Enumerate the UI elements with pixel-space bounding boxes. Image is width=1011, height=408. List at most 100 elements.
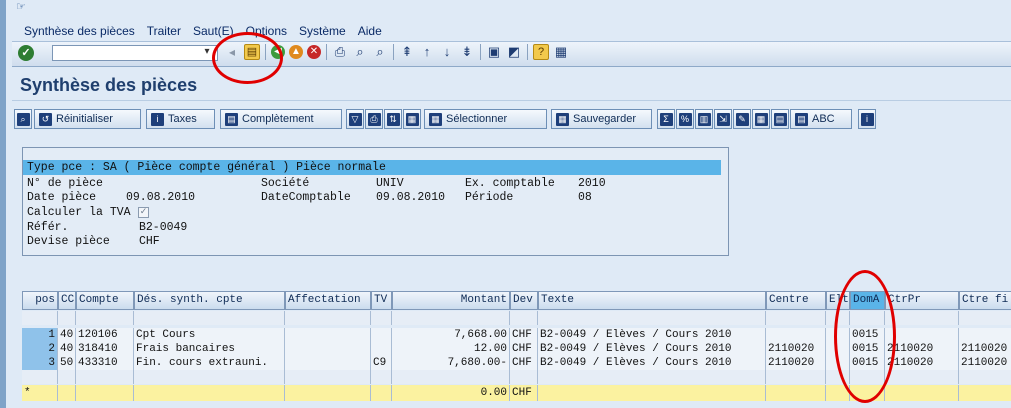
cell-cost-center: 2110020 xyxy=(766,342,826,356)
col-header-account[interactable]: Compte xyxy=(76,291,134,310)
print-icon[interactable]: ⎙ xyxy=(332,44,348,60)
layout-menu-icon[interactable]: ▦ xyxy=(553,44,569,60)
word-button[interactable]: ✎ xyxy=(733,109,751,129)
select-layout-icon: ▦ xyxy=(429,112,442,126)
table-cell xyxy=(58,385,76,401)
col-header-cost-center[interactable]: Centre xyxy=(766,291,826,310)
table-cell xyxy=(22,311,58,325)
last-page-icon[interactable]: ⇟ xyxy=(459,44,475,60)
select-layout-button[interactable]: ▦ Sélectionner xyxy=(424,109,547,129)
help-icon[interactable]: ? xyxy=(533,44,549,60)
abc-button[interactable]: ▤ ABC xyxy=(790,109,852,129)
save-layout-button[interactable]: ▦ Sauvegarder xyxy=(551,109,652,129)
toolbar-separator xyxy=(527,44,528,60)
print-icon: ⎙ xyxy=(367,112,381,126)
abc-analysis-button[interactable]: ▥ xyxy=(695,109,713,129)
next-page-icon[interactable]: ↓ xyxy=(439,44,455,60)
cell-pos[interactable]: 2 xyxy=(22,342,58,356)
currency-label: Devise pièce xyxy=(27,235,110,248)
table-cell xyxy=(371,385,392,401)
menu-aide[interactable]: Aide xyxy=(358,24,382,38)
first-page-icon[interactable]: ⇞ xyxy=(399,44,415,60)
table-cell xyxy=(766,311,826,325)
posting-date-value: 09.08.2010 xyxy=(376,191,446,204)
col-header-assignment[interactable]: Affectation xyxy=(285,291,371,310)
col-header-amount[interactable]: Montant xyxy=(392,291,510,310)
completion-button[interactable]: ▤ Complètement xyxy=(220,109,342,129)
layout-button[interactable]: ▦ xyxy=(403,109,421,129)
cell-text: B2-0049 / Elèves / Cours 2010 xyxy=(538,328,766,342)
info-icon: i xyxy=(860,112,874,126)
grid-button[interactable]: ▤ xyxy=(771,109,789,129)
find-next-icon[interactable]: ⌕ xyxy=(372,44,388,60)
cell-cc: 40 xyxy=(58,342,76,356)
taxes-button[interactable]: i Taxes xyxy=(146,109,215,129)
cell-cc: 40 xyxy=(58,328,76,342)
cell-amount: 7,680.00- xyxy=(392,356,510,370)
info-button[interactable]: i xyxy=(858,109,876,129)
table-cell xyxy=(285,385,371,401)
sum-button[interactable]: Σ xyxy=(657,109,675,129)
subtotal-button[interactable]: % xyxy=(676,109,694,129)
col-header-pos[interactable]: pos xyxy=(22,291,58,310)
reference-label: Référ. xyxy=(27,221,69,234)
taxes-label: Taxes xyxy=(168,113,197,125)
col-header-profit-center[interactable]: CtrPr xyxy=(885,291,959,310)
table-cell xyxy=(134,370,285,384)
page-title: Synthèse des pièces xyxy=(20,75,198,95)
table-cell xyxy=(76,385,134,401)
filter-icon: ▽ xyxy=(348,112,362,126)
doc-date-value: 09.08.2010 xyxy=(126,191,196,204)
display-document-button[interactable]: ⌕ xyxy=(14,109,32,129)
exit-icon[interactable]: ▲ xyxy=(289,45,303,59)
cell-tax xyxy=(371,342,392,356)
subtotal-icon: % xyxy=(678,112,692,126)
filter-button[interactable]: ▽ xyxy=(346,109,364,129)
enter-icon[interactable]: ✓ xyxy=(18,45,34,61)
doc-date-label: Date pièce xyxy=(27,191,97,204)
layout-icon: ▦ xyxy=(405,112,419,126)
cell-account: 318410 xyxy=(76,342,134,356)
col-header-cc[interactable]: CC xyxy=(58,291,76,310)
cell-account-desc: Cpt Cours xyxy=(134,328,285,342)
application-toolbar: ⌕ ↺ Réinitialiser i Taxes ▤ Complètement ▽ … xyxy=(12,107,1011,131)
cell-pos[interactable]: 1 xyxy=(22,328,58,342)
print-list-button[interactable]: ⎙ xyxy=(365,109,383,129)
menu-handle-icon[interactable]: ☞ xyxy=(16,0,30,13)
menu-traiter[interactable]: Traiter xyxy=(147,24,181,38)
edit-icon: ✎ xyxy=(735,112,749,126)
menu-synthese[interactable]: Synthèse des pièces xyxy=(24,24,135,38)
reset-button[interactable]: ↺ Réinitialiser xyxy=(34,109,141,129)
command-field[interactable] xyxy=(52,45,218,61)
export-button[interactable]: ⇲ xyxy=(714,109,732,129)
table-cell xyxy=(885,311,959,325)
save-layout-label: Sauvegarder xyxy=(573,113,636,125)
cancel-icon[interactable]: ✕ xyxy=(307,45,321,59)
sort-button[interactable]: ⇅ xyxy=(384,109,402,129)
cell-pos[interactable]: 3 xyxy=(22,356,58,370)
calc-tax-label: Calculer la TVA xyxy=(27,206,131,219)
currency-value: CHF xyxy=(139,235,160,248)
spreadsheet-button[interactable]: ▦ xyxy=(752,109,770,129)
cell-currency: CHF xyxy=(510,342,538,356)
col-header-tax[interactable]: TV xyxy=(371,291,392,310)
sort-icon: ⇅ xyxy=(386,112,400,126)
cell-fund-center: 2110020 xyxy=(959,356,1011,370)
previous-page-icon[interactable]: ↑ xyxy=(419,44,435,60)
abc-icon: ▤ xyxy=(795,112,808,126)
col-header-fund-center[interactable]: Ctre fi xyxy=(959,291,1011,310)
cell-cost-center xyxy=(766,328,826,342)
spreadsheet-icon: ▦ xyxy=(754,112,768,126)
new-session-icon[interactable]: ▣ xyxy=(486,44,502,60)
menu-systeme[interactable]: Système xyxy=(299,24,346,38)
col-header-currency[interactable]: Dev xyxy=(510,291,538,310)
cell-account-desc: Frais bancaires xyxy=(134,342,285,356)
posting-date-label: DateComptable xyxy=(261,191,351,204)
col-header-account-desc[interactable]: Dés. synth. cpte xyxy=(134,291,285,310)
cell-profit-center: 2110020 xyxy=(885,342,959,356)
shortcut-icon[interactable]: ◩ xyxy=(506,44,522,60)
table-cell xyxy=(76,311,134,325)
col-header-text[interactable]: Texte xyxy=(538,291,766,310)
find-icon[interactable]: ⌕ xyxy=(352,44,368,60)
table-cell xyxy=(22,370,58,384)
